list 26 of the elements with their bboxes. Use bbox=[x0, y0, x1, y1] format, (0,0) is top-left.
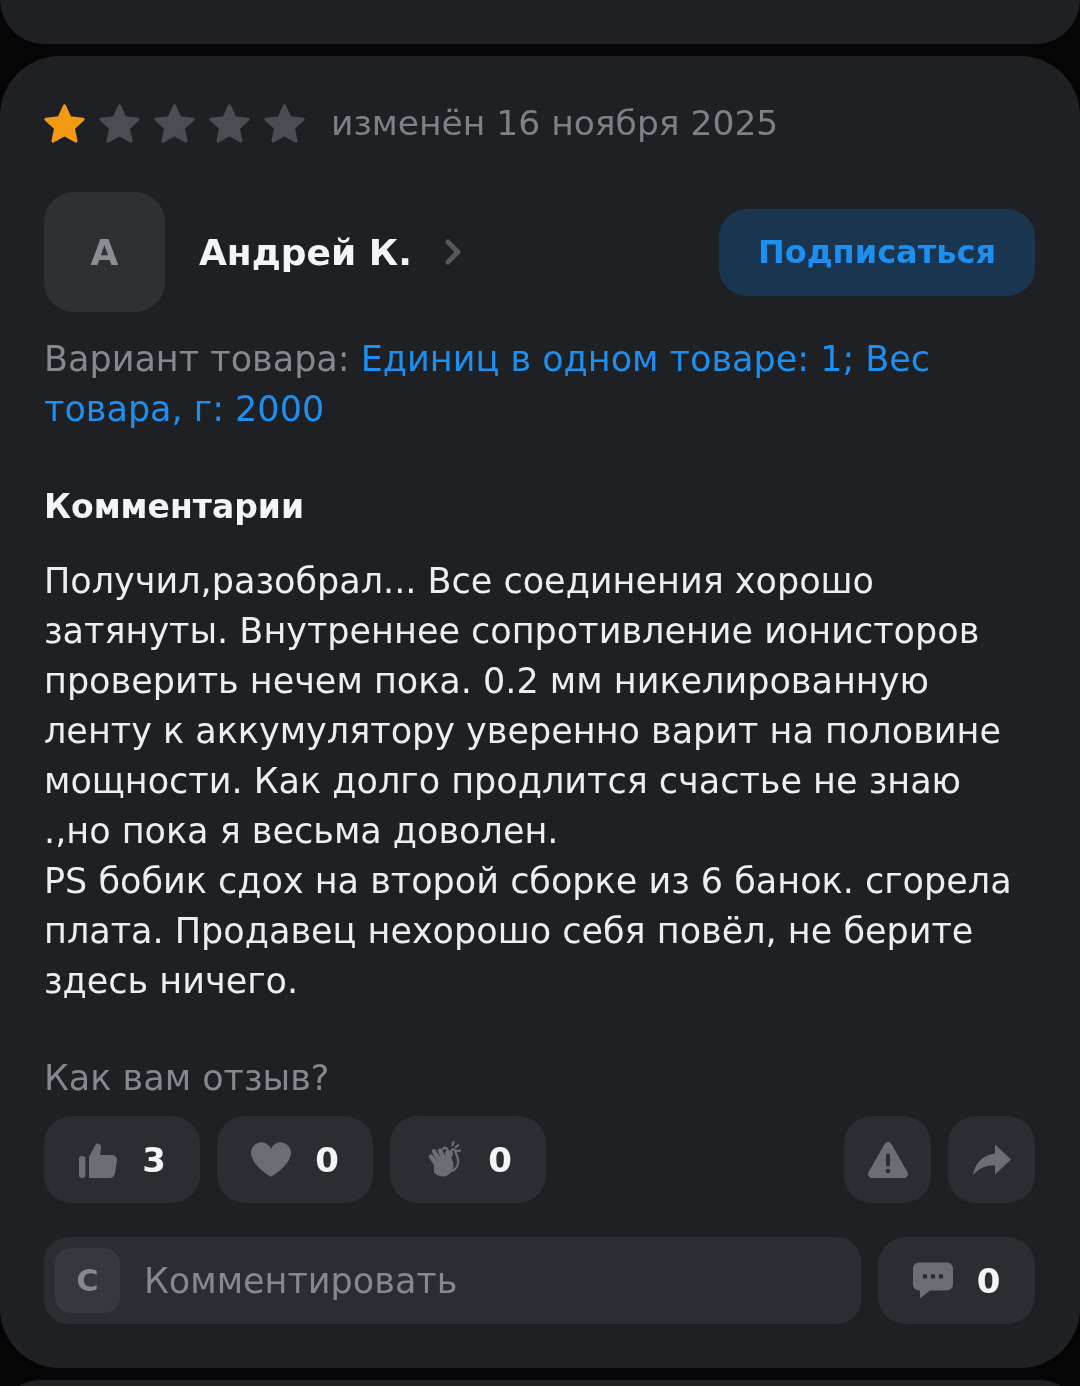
star-icon bbox=[99, 103, 140, 143]
star-icon bbox=[209, 103, 250, 143]
thumbs-up-icon bbox=[78, 1140, 119, 1179]
warning-icon bbox=[867, 1140, 908, 1179]
product-variant: Вариант товара: Единиц в одном товаре: 1; Вес товара, г: 2000 bbox=[44, 338, 932, 431]
author-name[interactable]: Андрей К. bbox=[199, 231, 412, 273]
comments-button[interactable]: 0 bbox=[878, 1237, 1035, 1324]
author-avatar[interactable]: А bbox=[44, 192, 165, 312]
review-date: изменён 16 ноября 2025 bbox=[331, 102, 779, 145]
reaction-button[interactable]: 0 bbox=[390, 1116, 546, 1203]
star-icon bbox=[154, 103, 195, 143]
user-avatar: С bbox=[55, 1248, 120, 1313]
comments-heading: Комментарии bbox=[44, 486, 306, 528]
comment-input[interactable]: Комментировать bbox=[144, 1260, 861, 1301]
heart-icon bbox=[251, 1140, 292, 1179]
reaction-button[interactable]: 3 bbox=[44, 1116, 200, 1203]
star-icon bbox=[264, 103, 305, 143]
feedback-prompt: Как вам отзыв? bbox=[44, 1057, 331, 1100]
review-text: Получил,разобрал... Все соединения хорошо затянуты. Внутреннее сопротивление ионисторов проверить нечем пока. 0.2 мм никелированную ленту к аккумулятору уверенно варит на половине мощности. Как долго продлится счастье не знаю .,но пока я весьма доволен. PS бобик сдох на второй сборке из 6 банок. сгорела плата. Продавец нехорошо себя повёл, не берите здесь ничего. bbox=[44, 560, 1013, 1003]
chat-bubble-icon bbox=[912, 1261, 953, 1300]
star-icon bbox=[44, 103, 85, 143]
reaction-button[interactable]: 0 bbox=[217, 1116, 373, 1203]
subscribe-button[interactable]: Подписаться bbox=[719, 208, 1035, 296]
chevron-right-icon[interactable] bbox=[443, 238, 462, 266]
share-button[interactable] bbox=[948, 1116, 1035, 1203]
report-button[interactable] bbox=[844, 1116, 931, 1203]
